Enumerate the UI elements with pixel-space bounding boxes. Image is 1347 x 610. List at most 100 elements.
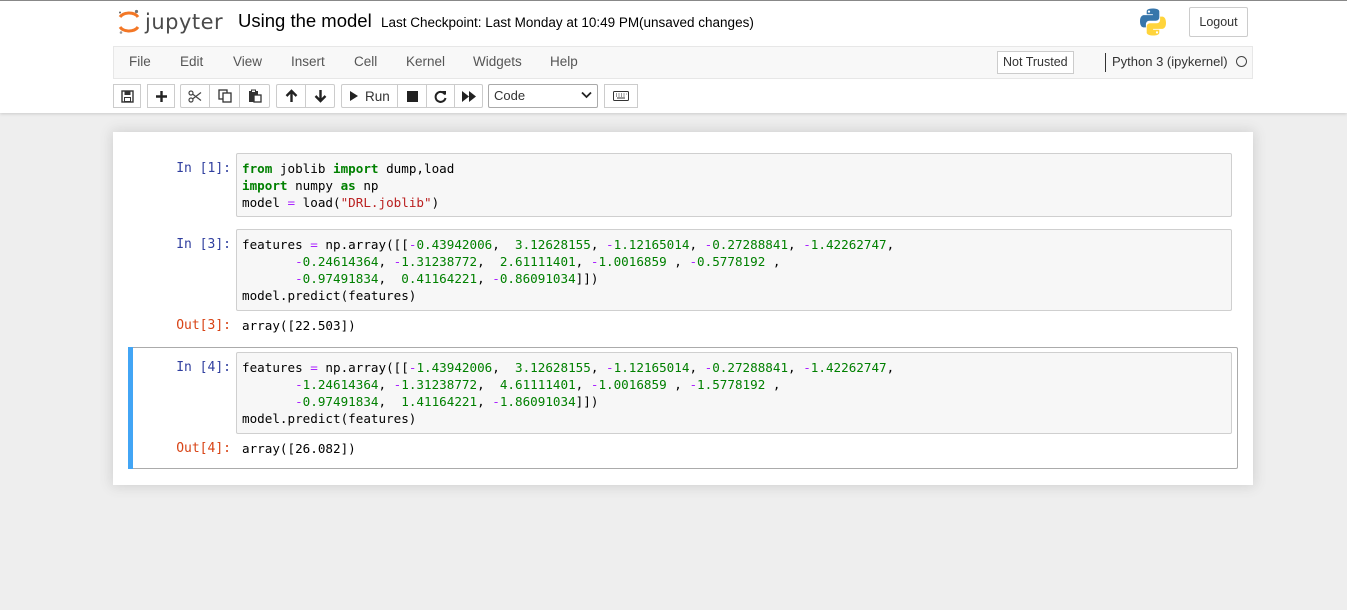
move-up-button[interactable] [276, 84, 306, 108]
code-token: features [242, 237, 311, 252]
code-token: - [492, 394, 500, 409]
save-icon [120, 89, 134, 103]
code-cell-input[interactable]: features = np.array([[-1.43942006, 3.126… [236, 352, 1232, 434]
code-token: - [295, 254, 303, 269]
input-prompt: In [4]: [176, 360, 231, 375]
notebook-container: In [1]: from joblib import dump,load impo… [113, 132, 1253, 485]
code-token: ]]) [575, 394, 599, 409]
jupyter-logo-icon [118, 9, 140, 34]
code-line: model = load("DRL.joblib") [242, 194, 1226, 211]
code-token: ) [431, 195, 440, 210]
copy-icon [217, 89, 232, 103]
plus-icon [155, 90, 167, 102]
code-token: , [477, 394, 493, 409]
code-token: - [803, 360, 811, 375]
code-token: , [765, 377, 781, 392]
code-token: , [378, 271, 402, 286]
code-token: = [287, 195, 296, 210]
trusted-indicator[interactable]: Not Trusted [997, 51, 1074, 74]
move-down-button[interactable] [305, 84, 335, 108]
code-token: , [492, 360, 516, 375]
code-token: , [378, 254, 394, 269]
code-token: model.predict(features) [242, 411, 417, 426]
code-line: features = np.array([[- 0.43942006, 3.126… [242, 236, 1226, 253]
code-editor[interactable]: from joblib import dump,load import numpy… [242, 160, 1226, 211]
menu-help[interactable]: Help [550, 47, 578, 78]
code-token: 4.61111401 [499, 377, 576, 392]
code-token: joblib [272, 161, 334, 176]
code-token: , [477, 254, 500, 269]
code-token: features [242, 360, 311, 375]
code-line: -0.97491834, 0.41164221, -0.86091034]]) [242, 270, 1226, 287]
code-line: import numpy as np [242, 177, 1226, 194]
code-token: , [378, 377, 394, 392]
code-token: - [606, 237, 614, 252]
run-button[interactable]: Run [341, 84, 398, 108]
insert-cell-button[interactable] [147, 84, 175, 108]
code-cell-input[interactable]: from joblib import dump,load import numpy… [236, 153, 1232, 217]
menu-cell[interactable]: Cell [354, 47, 377, 78]
command-palette-button[interactable] [604, 84, 638, 108]
code-cell-input[interactable]: features = np.array([[-0.43942006, 3.126… [236, 229, 1232, 311]
menu-kernel[interactable]: Kernel [406, 47, 445, 78]
menu-edit[interactable]: Edit [180, 47, 203, 78]
code-line: -0.97491834, 1.41164221, -1.86091034]]) [242, 393, 1226, 410]
code-token: , [689, 237, 705, 252]
paste-button[interactable] [239, 84, 270, 108]
code-token: model.predict(features) [242, 288, 417, 303]
code-line: -1.24614364, -1.31238772, 4.61111401, -1… [242, 376, 1226, 393]
code-token: 1.31238772 [401, 377, 478, 392]
code-token: , [666, 254, 690, 269]
code-token: import [242, 178, 288, 193]
menu-view[interactable]: View [233, 47, 262, 78]
restart-button[interactable] [426, 84, 455, 108]
code-token: load( [295, 195, 341, 210]
menu-file[interactable]: File [129, 47, 151, 78]
jupyter-logo[interactable]: jupyter [117, 7, 223, 37]
code-token: , [575, 254, 591, 269]
code-token: 0.27288841 [712, 360, 789, 375]
code-token: 1.31238772 [401, 254, 478, 269]
code-editor[interactable]: features = np.array([[-1.43942006, 3.126… [242, 359, 1226, 427]
code-token: , [886, 360, 895, 375]
kernel-name[interactable]: Python 3 (ipykernel) [1105, 53, 1228, 72]
code-line: model.predict(features) [242, 287, 1226, 304]
code-token: , [689, 360, 705, 375]
restart-run-all-button[interactable] [454, 84, 483, 108]
cut-button[interactable] [180, 84, 210, 108]
code-token: , [477, 377, 500, 392]
code-token: - [295, 377, 303, 392]
menu-widgets[interactable]: Widgets [473, 47, 522, 78]
code-token: - [606, 360, 614, 375]
code-token: numpy [287, 178, 341, 193]
code-token: dump,load [378, 161, 455, 176]
cell-type-select[interactable]: Code [488, 84, 598, 108]
code-token: , [477, 271, 493, 286]
code-token: import [333, 161, 379, 176]
menubar: File Edit View Insert Cell Kernel Widget… [113, 46, 1253, 79]
code-token: , [666, 377, 690, 392]
paste-icon [248, 89, 262, 103]
output-prompt: Out[4]: [176, 441, 231, 456]
code-token: , [590, 360, 607, 375]
notebook-name[interactable]: Using the model [238, 10, 372, 32]
menu-insert[interactable]: Insert [291, 47, 325, 78]
code-editor[interactable]: features = np.array([[-0.43942006, 3.126… [242, 236, 1226, 304]
code-token: , [765, 254, 781, 269]
header: jupyter Using the model Last Checkpoint:… [0, 0, 1347, 113]
code-token: - [295, 271, 303, 286]
save-button[interactable] [113, 84, 141, 108]
code-token: 0.27288841 [712, 237, 789, 252]
code-token: , [788, 360, 804, 375]
copy-button[interactable] [209, 84, 240, 108]
code-token: 3.12628155 [515, 360, 591, 375]
python-logo-icon [1140, 8, 1166, 36]
code-token: - [689, 254, 698, 269]
code-token: 0.41164221 [401, 271, 478, 286]
output-prompt: Out[3]: [176, 318, 231, 333]
interrupt-button[interactable] [397, 84, 427, 108]
logout-button[interactable]: Logout [1189, 7, 1248, 37]
restart-icon [434, 90, 447, 103]
code-token: 1.0016859 [598, 377, 667, 392]
